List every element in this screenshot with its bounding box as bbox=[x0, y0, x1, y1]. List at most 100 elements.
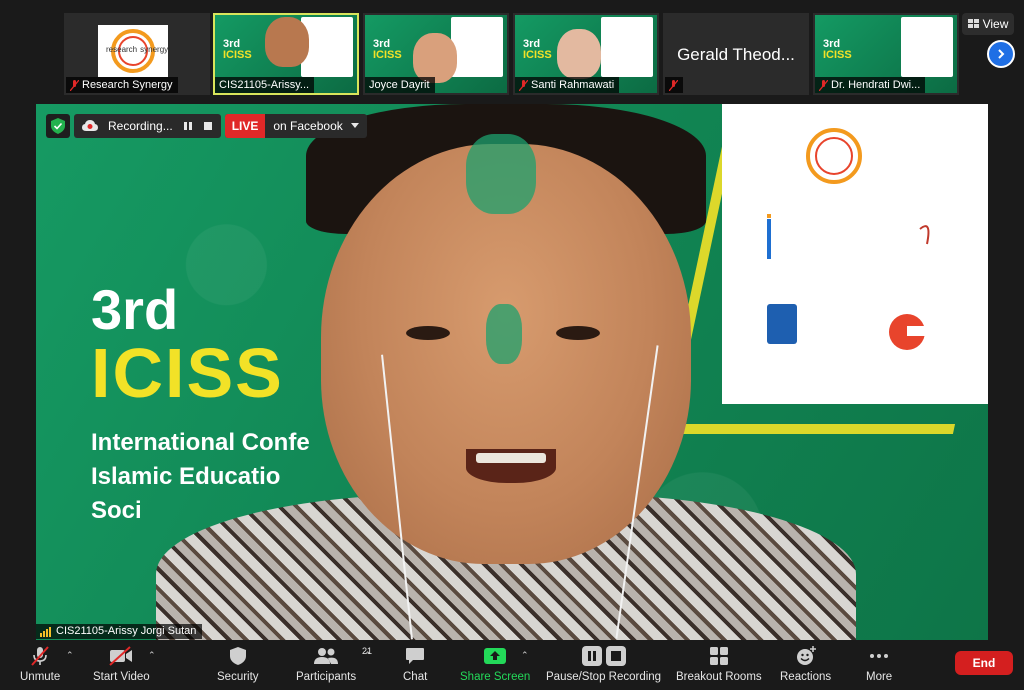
security-label: Security bbox=[217, 671, 259, 683]
logo-text-right: synergy bbox=[140, 45, 169, 54]
participant-face bbox=[413, 33, 457, 83]
event-title-mini: 3rd ICISS bbox=[523, 39, 552, 61]
view-button[interactable]: View bbox=[962, 13, 1014, 35]
participants-label: Participants bbox=[296, 671, 357, 683]
thumbnail-research-synergy[interactable]: research synergy Research Synergy bbox=[64, 13, 210, 95]
start-video-button[interactable]: Start Video bbox=[93, 644, 150, 683]
participant-name: CIS21105-Arissy... bbox=[219, 79, 310, 91]
chevron-up-icon[interactable]: ⌃ bbox=[66, 650, 74, 661]
smiley-plus-icon bbox=[796, 646, 816, 665]
participants-icon bbox=[314, 648, 339, 664]
event-title: 3rd ICISS International Confe Islamic Ed… bbox=[91, 282, 310, 528]
participant-label: CIS21105-Arissy... bbox=[215, 77, 315, 93]
chevron-up-icon[interactable]: ⌃ bbox=[364, 650, 372, 661]
caret-down-icon bbox=[350, 123, 359, 128]
more-dots-icon bbox=[870, 654, 889, 658]
sponsor-panel bbox=[601, 17, 653, 77]
share-screen-icon-wrap bbox=[484, 644, 507, 668]
sponsor-logos bbox=[767, 128, 937, 350]
participant-big-name: Gerald Theod... bbox=[677, 45, 795, 64]
more-button[interactable]: More bbox=[866, 644, 892, 683]
participant-label: Joyce Dayrit bbox=[365, 77, 435, 93]
video-off-icon bbox=[109, 646, 133, 666]
sponsor-panel bbox=[451, 17, 503, 77]
breakout-rooms-button[interactable]: Breakout Rooms bbox=[676, 644, 762, 683]
event-title-mini: 3rd ICISS bbox=[373, 39, 402, 61]
stop-icon[interactable] bbox=[203, 121, 213, 131]
live-platform-label: on Facebook bbox=[273, 119, 343, 133]
pause-icon bbox=[581, 646, 602, 666]
chevron-up-icon[interactable]: ⌃ bbox=[148, 650, 156, 661]
shield-check-icon bbox=[51, 118, 65, 134]
start-video-label: Start Video bbox=[93, 671, 150, 683]
view-label: View bbox=[982, 17, 1009, 31]
breakout-rooms-icon bbox=[709, 647, 728, 665]
sponsor-panel bbox=[901, 17, 953, 77]
end-meeting-button[interactable]: End bbox=[955, 651, 1013, 675]
event-subtitle-line-3: Soci bbox=[91, 497, 142, 524]
security-button[interactable]: Security bbox=[217, 644, 259, 683]
share-screen-button[interactable]: Share Screen bbox=[460, 644, 530, 683]
live-tag: LIVE bbox=[224, 114, 266, 138]
breakout-rooms-label: Breakout Rooms bbox=[676, 671, 762, 683]
logo-text-left: research bbox=[106, 45, 138, 54]
cloud-recording-indicator: Recording... bbox=[74, 114, 221, 138]
sponsor-logos-panel bbox=[722, 104, 988, 404]
pause-stop-recording-button[interactable]: Pause/Stop Recording bbox=[546, 644, 661, 683]
participants-button[interactable]: 21 Participants bbox=[296, 644, 372, 683]
chat-label: Chat bbox=[403, 671, 428, 683]
more-label: More bbox=[866, 671, 893, 683]
right-eye bbox=[556, 326, 600, 340]
live-stream-indicator[interactable]: LIVE on Facebook bbox=[224, 114, 367, 138]
live-platform: on Facebook bbox=[265, 119, 366, 133]
event-number: 3rd bbox=[91, 278, 179, 341]
reactions-label: Reactions bbox=[780, 671, 832, 683]
event-name-mini: ICISS bbox=[523, 49, 552, 61]
meeting-toolbar: Unmute ⌃ Start Video ⌃ Security 21 Parti… bbox=[0, 640, 1024, 690]
thumbnail-santi-rahmawati[interactable]: 3rd ICISS Santi Rahmawati bbox=[513, 13, 659, 95]
security-shield[interactable] bbox=[46, 114, 70, 138]
thumbnail-gerald-theod[interactable]: Gerald Theod... bbox=[663, 13, 809, 95]
event-title-mini: 3rd ICISS bbox=[823, 39, 852, 61]
mic-muted-icon bbox=[519, 79, 528, 91]
breakout-rooms-icon-wrap bbox=[709, 644, 729, 668]
participant-strip: research synergy Research Synergy 3rd ICI… bbox=[0, 0, 1024, 100]
chat-button[interactable]: Chat bbox=[403, 644, 427, 683]
thumbnail-dr-hendrati-dwi[interactable]: 3rd ICISS Dr. Hendrati Dwi... bbox=[813, 13, 959, 95]
event-subtitle-line-1: International Confe bbox=[91, 429, 310, 456]
projected-pattern bbox=[466, 134, 536, 214]
unmute-button[interactable]: Unmute bbox=[20, 644, 60, 683]
speaker-name: CIS21105-Arissy Jorgi Sutan bbox=[56, 625, 197, 637]
thumbnail-joyce-dayrit[interactable]: 3rd ICISS Joyce Dayrit bbox=[363, 13, 509, 95]
share-screen-icon bbox=[484, 648, 507, 664]
left-eye bbox=[406, 326, 450, 340]
participant-face bbox=[557, 29, 601, 79]
chevron-up-icon[interactable]: ⌃ bbox=[521, 650, 529, 661]
thumbnail-cis21105-arissy[interactable]: 3rd ICISS CIS21105-Arissy... bbox=[213, 13, 359, 95]
participant-label bbox=[665, 77, 683, 93]
participant-face bbox=[265, 17, 309, 67]
stop-icon bbox=[605, 646, 626, 666]
event-name-mini: ICISS bbox=[223, 49, 252, 61]
recording-controls-icon-wrap bbox=[581, 644, 626, 668]
mic-muted-icon bbox=[819, 79, 828, 91]
main-video[interactable]: 3rd ICISS International Confe Islamic Ed… bbox=[36, 104, 988, 640]
more-icon-wrap bbox=[869, 644, 889, 668]
grid-view-icon bbox=[967, 19, 979, 28]
participant-name: Research Synergy bbox=[82, 79, 173, 91]
participant-label: Santi Rahmawati bbox=[515, 77, 620, 93]
participant-label: Research Synergy bbox=[66, 77, 178, 93]
event-subtitle-line-2: Islamic Educatio bbox=[91, 463, 281, 490]
security-icon-wrap bbox=[229, 644, 247, 668]
pause-icon[interactable] bbox=[183, 121, 193, 131]
start-video-icon-wrap bbox=[108, 644, 134, 668]
mic-muted-icon bbox=[669, 79, 678, 91]
mic-muted-icon bbox=[70, 79, 79, 91]
event-name: ICISS bbox=[91, 334, 284, 412]
share-screen-label: Share Screen bbox=[460, 671, 531, 683]
reactions-button[interactable]: Reactions bbox=[780, 644, 831, 683]
event-title-mini: 3rd ICISS bbox=[223, 39, 252, 61]
next-page-button[interactable] bbox=[987, 40, 1015, 68]
end-label: End bbox=[972, 656, 996, 670]
chat-icon-wrap bbox=[405, 644, 425, 668]
